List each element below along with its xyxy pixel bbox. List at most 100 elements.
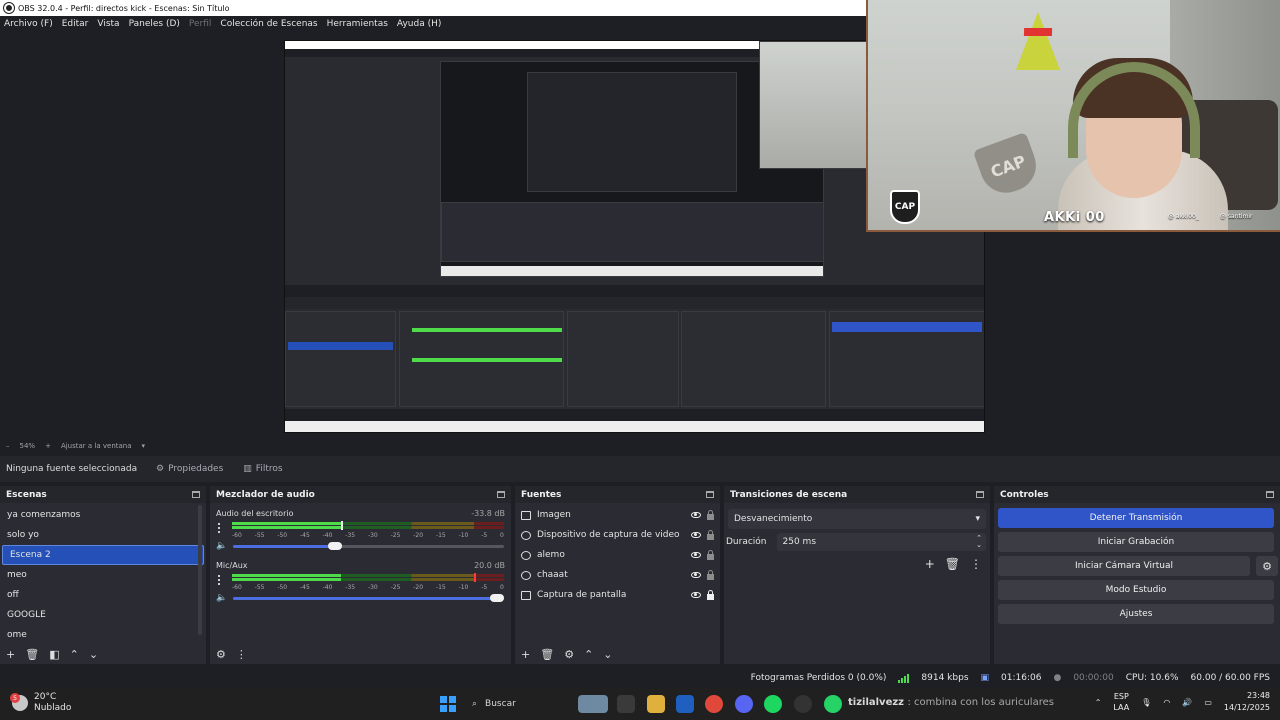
volume-knob[interactable] <box>490 593 504 602</box>
widget-thumbnail-icon[interactable] <box>578 695 608 713</box>
scene-item[interactable]: off <box>0 585 206 605</box>
speaker-icon[interactable]: 🔈 <box>216 541 227 551</box>
source-item[interactable]: Captura de pantalla <box>515 585 720 605</box>
visibility-eye-icon[interactable] <box>691 592 701 598</box>
virtual-camera-settings-gear-icon[interactable]: ⚙ <box>1256 556 1278 576</box>
volume-slider[interactable] <box>233 593 504 602</box>
spotify-icon[interactable] <box>764 695 782 713</box>
volume-knob[interactable] <box>327 541 342 550</box>
move-up-icon[interactable]: ⌃ <box>584 648 593 661</box>
move-down-icon[interactable]: ⌄ <box>89 648 98 661</box>
selected-source-label: Ninguna fuente seleccionada <box>6 464 138 474</box>
weather-widget[interactable]: 5 20°C Nublado <box>10 692 71 714</box>
stop-streaming-button[interactable]: Detener Transmisión <box>998 508 1274 528</box>
lock-icon[interactable] <box>707 529 714 540</box>
undock-icon[interactable] <box>1266 491 1274 498</box>
channel-menu-icon[interactable] <box>218 575 221 585</box>
add-source-icon[interactable]: + <box>521 648 530 661</box>
microphone-icon[interactable]: 🎙 <box>1141 698 1151 707</box>
obs-taskbar-icon[interactable] <box>617 695 635 713</box>
file-explorer-icon[interactable] <box>647 695 665 713</box>
remove-scene-icon[interactable]: 🗑 <box>25 648 39 661</box>
discord-icon[interactable] <box>735 695 753 713</box>
remove-source-icon[interactable]: 🗑 <box>540 648 554 661</box>
channel-name: Audio del escritorio <box>216 509 294 518</box>
menu-vista[interactable]: Vista <box>97 19 119 29</box>
undock-icon[interactable] <box>192 491 200 498</box>
battery-icon[interactable]: ▭ <box>1204 698 1212 707</box>
store-icon[interactable] <box>676 695 694 713</box>
start-virtual-camera-button[interactable]: Iniciar Cámara Virtual <box>998 556 1250 576</box>
move-up-icon[interactable]: ⌃ <box>70 648 79 661</box>
visibility-eye-icon[interactable] <box>691 512 701 518</box>
scene-item-selected[interactable]: Escena 2 <box>2 545 204 565</box>
source-settings-icon[interactable]: ⚙ <box>564 648 574 661</box>
advanced-audio-icon[interactable]: ⚙ <box>216 648 226 661</box>
controls-header: Controles <box>994 486 1280 503</box>
scene-item[interactable]: ya comenzamos <box>0 505 206 525</box>
source-item[interactable]: chaaat <box>515 565 720 585</box>
scene-item[interactable]: meo <box>0 565 206 585</box>
add-transition-icon[interactable]: + <box>925 557 935 571</box>
transitions-header: Transiciones de escena <box>724 486 990 503</box>
channel-menu-icon[interactable] <box>218 523 221 533</box>
scenes-scrollbar[interactable] <box>198 505 202 635</box>
chrome-icon[interactable] <box>705 695 723 713</box>
lock-icon-locked[interactable] <box>707 589 714 600</box>
source-item[interactable]: Imagen <box>515 505 720 525</box>
visibility-eye-icon[interactable] <box>691 572 701 578</box>
obs-app-icon[interactable] <box>794 695 812 713</box>
undock-icon[interactable] <box>706 491 714 498</box>
visibility-eye-icon[interactable] <box>691 532 701 538</box>
studio-mode-button[interactable]: Modo Estudio <box>998 580 1274 600</box>
spin-arrows-icon[interactable]: ⌃ ⌄ <box>976 535 982 549</box>
volume-icon[interactable]: 🔊 <box>1182 698 1192 707</box>
menu-archivo[interactable]: Archivo (F) <box>4 19 53 29</box>
lock-icon[interactable] <box>707 549 714 560</box>
source-item[interactable]: Dispositivo de captura de video <box>515 525 720 545</box>
visibility-eye-icon[interactable] <box>691 552 701 558</box>
menu-ayuda[interactable]: Ayuda (H) <box>397 19 441 29</box>
menu-perfil[interactable]: Perfil <box>189 19 212 29</box>
speaker-icon[interactable]: 🔈 <box>216 593 227 603</box>
scene-item[interactable]: ome <box>0 625 206 645</box>
scene-filters-icon[interactable]: ◧ <box>49 648 59 661</box>
settings-button[interactable]: Ajustes <box>998 604 1274 624</box>
filters-button[interactable]: ▥ Filtros <box>237 461 288 477</box>
lock-icon[interactable] <box>707 569 714 580</box>
menu-editar[interactable]: Editar <box>62 19 89 29</box>
undock-icon[interactable] <box>497 491 505 498</box>
signal-bars-icon <box>898 673 910 683</box>
zoom-in-button[interactable]: + <box>45 442 51 450</box>
menu-paneles[interactable]: Paneles (D) <box>129 19 180 29</box>
zoom-dropdown-icon[interactable]: ▾ <box>142 442 146 450</box>
zoom-fit-label[interactable]: Ajustar a la ventana <box>61 442 132 450</box>
scene-item[interactable]: GOOGLE <box>0 605 206 625</box>
lock-icon[interactable] <box>707 509 714 520</box>
start-recording-button[interactable]: Iniciar Grabación <box>998 532 1274 552</box>
volume-slider[interactable] <box>233 541 504 550</box>
menu-herramientas[interactable]: Herramientas <box>327 19 388 29</box>
undock-icon[interactable] <box>976 491 984 498</box>
zoom-out-button[interactable]: – <box>6 442 10 450</box>
duration-spinbox[interactable]: 250 ms ⌃ ⌄ <box>776 533 986 551</box>
taskbar-clock[interactable]: 23:48 14/12/2025 <box>1224 690 1270 714</box>
wall-shield: CAP <box>972 131 1044 201</box>
language-indicator[interactable]: ESP LAA <box>1113 691 1129 713</box>
transition-select[interactable]: Desvanecimiento ▾ <box>728 509 986 529</box>
mixer-menu-icon[interactable]: ⋮ <box>236 648 247 661</box>
meter-tick-label: -30 <box>367 532 378 539</box>
properties-button[interactable]: ⚙ Propiedades <box>150 461 229 477</box>
transition-menu-icon[interactable]: ⋮ <box>970 557 982 571</box>
remove-transition-icon[interactable]: 🗑 <box>945 557 960 571</box>
scenes-header: Escenas <box>0 486 206 503</box>
windows-start-icon[interactable] <box>440 696 456 712</box>
source-item[interactable]: alemo <box>515 545 720 565</box>
wifi-icon[interactable]: ◠ <box>1163 698 1170 707</box>
menu-coleccion-escenas[interactable]: Colección de Escenas <box>220 19 317 29</box>
scene-item[interactable]: solo yo <box>0 525 206 545</box>
add-scene-icon[interactable]: + <box>6 648 15 661</box>
tray-chevron-up-icon[interactable]: ⌃ <box>1095 698 1102 707</box>
whatsapp-icon[interactable] <box>824 695 842 713</box>
move-down-icon[interactable]: ⌄ <box>603 648 612 661</box>
